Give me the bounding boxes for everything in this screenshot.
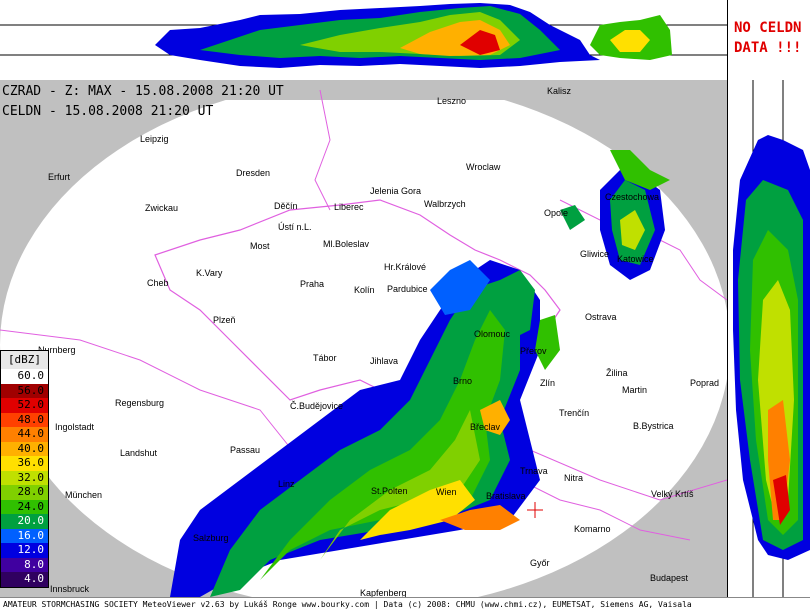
city-label: Trnava bbox=[520, 466, 548, 476]
city-label: Leipzig bbox=[140, 134, 169, 144]
city-label: K.Vary bbox=[196, 268, 223, 278]
legend-level: 40.0 bbox=[1, 441, 48, 456]
city-label: Leszno bbox=[437, 96, 466, 106]
city-label: Wien bbox=[436, 487, 457, 497]
legend-unit: [dBZ] bbox=[1, 351, 48, 369]
side-cross-section-svg bbox=[728, 80, 810, 597]
city-label: Jihlava bbox=[370, 356, 398, 366]
top-cross-section-svg bbox=[0, 3, 727, 68]
city-label: Dresden bbox=[236, 168, 270, 178]
title-block: CZRAD - Z: MAX - 15.08.2008 21:20 UT CEL… bbox=[2, 82, 284, 122]
city-label: Hr.Králové bbox=[384, 262, 426, 272]
city-label: Brno bbox=[453, 376, 472, 386]
city-label: Zlín bbox=[540, 378, 555, 388]
legend-level: 60.0 bbox=[1, 369, 48, 384]
city-label: Pardubice bbox=[387, 284, 428, 294]
city-label: Wroclaw bbox=[466, 162, 501, 172]
city-label: Gliwice bbox=[580, 249, 609, 259]
no-data-line1: NO CELDN bbox=[734, 20, 802, 36]
czrad-title: CZRAD - Z: MAX - 15.08.2008 21:20 UT bbox=[2, 84, 284, 99]
city-label: Komarno bbox=[574, 524, 611, 534]
city-label: Ml.Boleslav bbox=[323, 239, 370, 249]
legend-level: 12.0 bbox=[1, 543, 48, 558]
city-label: Tábor bbox=[313, 353, 337, 363]
city-label: St.Polten bbox=[371, 486, 408, 496]
city-label: Ostrava bbox=[585, 312, 617, 322]
city-label: Landshut bbox=[120, 448, 158, 458]
city-label: B.Bystrica bbox=[633, 421, 674, 431]
city-label: Liberec bbox=[334, 202, 364, 212]
city-label: Katowice bbox=[617, 254, 654, 264]
city-label: Nitra bbox=[564, 473, 583, 483]
city-label: Passau bbox=[230, 445, 260, 455]
city-label: Kolín bbox=[354, 285, 375, 295]
legend-level: 16.0 bbox=[1, 528, 48, 543]
city-label: Budapest bbox=[650, 573, 689, 583]
legend-level: 52.0 bbox=[1, 398, 48, 413]
city-label: Kalisz bbox=[547, 86, 572, 96]
city-label: Martin bbox=[622, 385, 647, 395]
legend-level: 8.0 bbox=[1, 557, 48, 572]
city-label: Plzeň bbox=[213, 315, 236, 325]
legend-level: 56.0 bbox=[1, 383, 48, 398]
city-label: Břeclav bbox=[470, 422, 501, 432]
radar-map[interactable]: Leszno Kalisz Leipzig Erfurt Dresden Wro… bbox=[0, 80, 730, 610]
city-label: Salzburg bbox=[193, 533, 229, 543]
city-label: Trenčín bbox=[559, 408, 589, 418]
legend-level: 44.0 bbox=[1, 427, 48, 442]
city-label: Regensburg bbox=[115, 398, 164, 408]
city-label: Bratislava bbox=[486, 491, 526, 501]
city-label: Cheb bbox=[147, 278, 169, 288]
footer-credits: AMATEUR STORMCHASING SOCIETY MeteoViewer… bbox=[0, 597, 810, 610]
legend-level: 32.0 bbox=[1, 470, 48, 485]
top-cross-section bbox=[0, 0, 727, 81]
city-label: München bbox=[65, 490, 102, 500]
city-label: Czestochowa bbox=[605, 192, 659, 202]
city-label: Žilina bbox=[606, 368, 628, 378]
legend-level: 28.0 bbox=[1, 485, 48, 500]
city-label: Olomouc bbox=[474, 329, 511, 339]
city-label: Linz bbox=[278, 479, 295, 489]
city-label: Ústí n.L. bbox=[278, 222, 312, 232]
city-label: Erfurt bbox=[48, 172, 71, 182]
city-label: Praha bbox=[300, 279, 324, 289]
city-label: Most bbox=[250, 241, 270, 251]
legend-level: 24.0 bbox=[1, 499, 48, 514]
no-data-line2: DATA !!! bbox=[734, 40, 802, 56]
no-celdn-data-notice: NO CELDN DATA !!! bbox=[727, 0, 810, 80]
city-label: Walbrzych bbox=[424, 199, 466, 209]
side-cross-section bbox=[727, 80, 810, 597]
legend-level: 4.0 bbox=[1, 572, 48, 587]
city-label: Děčín bbox=[274, 201, 298, 211]
city-label: Győr bbox=[530, 558, 550, 568]
city-label: Innsbruck bbox=[50, 584, 90, 594]
city-label: Poprad bbox=[690, 378, 719, 388]
city-label: Opole bbox=[544, 208, 568, 218]
city-label: Kapfenberg bbox=[360, 588, 407, 597]
radar-map-svg: Leszno Kalisz Leipzig Erfurt Dresden Wro… bbox=[0, 80, 730, 610]
city-label: Č.Budějovice bbox=[290, 401, 343, 411]
legend-level: 20.0 bbox=[1, 514, 48, 529]
city-label: Zwickau bbox=[145, 203, 178, 213]
city-label: Přerov bbox=[520, 346, 547, 356]
legend-level: 48.0 bbox=[1, 412, 48, 427]
city-label: Ingolstadt bbox=[55, 422, 95, 432]
city-label: Velký Krtíš bbox=[651, 489, 694, 499]
dbz-legend: [dBZ] 60.0 56.0 52.0 48.0 44.0 40.0 36.0 32.0 28… bbox=[0, 350, 49, 588]
celdn-title: CELDN - 15.08.2008 21:20 UT bbox=[2, 104, 214, 119]
legend-scale: 60.0 56.0 52.0 48.0 44.0 40.0 36.0 32.0 28.0 24.0… bbox=[1, 369, 48, 587]
legend-level: 36.0 bbox=[1, 456, 48, 471]
city-label: Jelenia Gora bbox=[370, 186, 421, 196]
